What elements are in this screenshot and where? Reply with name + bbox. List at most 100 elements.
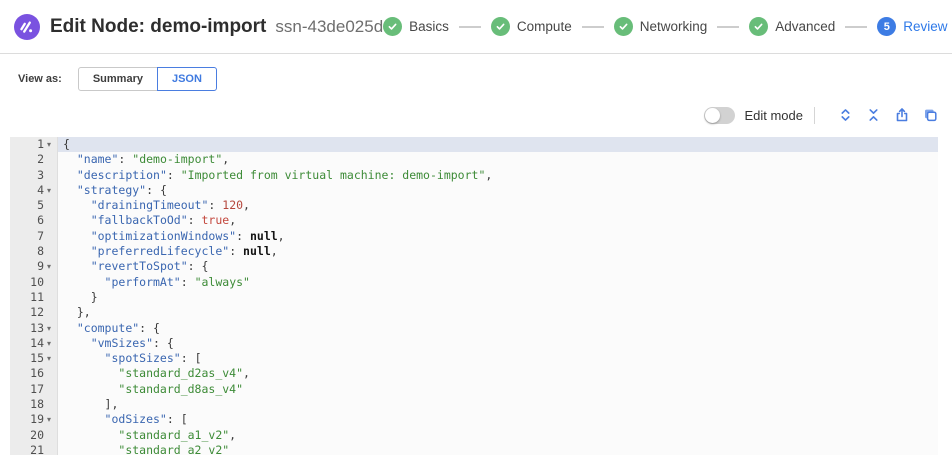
code-line[interactable]: 3 "description": "Imported from virtual … [10, 168, 938, 183]
code-content[interactable]: "description": "Imported from virtual ma… [58, 168, 938, 183]
line-number: 8 [37, 244, 44, 259]
code-line[interactable]: 8 "preferredLifecycle": null, [10, 244, 938, 259]
line-number: 10 [30, 275, 44, 290]
code-line[interactable]: 20 "standard_a1_v2", [10, 428, 938, 443]
code-line[interactable]: 5 "drainingTimeout": 120, [10, 198, 938, 213]
fold-toggle-icon[interactable]: ▾ [44, 412, 54, 427]
fold-toggle-icon[interactable]: ▾ [44, 351, 54, 366]
line-gutter: 20 [10, 428, 58, 443]
code-content[interactable]: ], [58, 397, 938, 412]
code-line[interactable]: 15▾ "spotSizes": [ [10, 351, 938, 366]
code-line[interactable]: 6 "fallbackToOd": true, [10, 213, 938, 228]
line-number: 21 [30, 443, 44, 455]
fold-toggle-icon[interactable]: ▾ [44, 137, 54, 152]
code-line[interactable]: 19▾ "odSizes": [ [10, 412, 938, 427]
code-content[interactable]: "odSizes": [ [58, 412, 938, 427]
expand-all-icon[interactable] [837, 107, 854, 124]
code-content[interactable]: "performAt": "always" [58, 275, 938, 290]
fold-toggle-icon[interactable]: ▾ [44, 336, 54, 351]
step-review[interactable]: 5 Review [877, 17, 947, 36]
line-number: 9 [37, 259, 44, 274]
line-number: 17 [30, 382, 44, 397]
edit-mode-label: Edit mode [744, 108, 803, 123]
code-line[interactable]: 10 "performAt": "always" [10, 275, 938, 290]
code-editor[interactable]: 1▾{2 "name": "demo-import",3 "descriptio… [10, 137, 938, 455]
code-content[interactable]: "standard_d8as_v4" [58, 382, 938, 397]
line-gutter: 6 [10, 213, 58, 228]
code-content[interactable]: }, [58, 305, 938, 320]
export-icon[interactable] [893, 107, 910, 124]
wizard-stepper: Basics Compute Networking Advanced 5 Rev… [383, 17, 947, 36]
line-number: 13 [30, 321, 44, 336]
node-id: ssn-43de025d [275, 17, 383, 37]
step-networking[interactable]: Networking [614, 17, 708, 36]
line-gutter: 15▾ [10, 351, 58, 366]
code-content[interactable]: "standard_a2_v2" [58, 443, 938, 455]
view-json-button[interactable]: JSON [157, 67, 217, 91]
toggle-knob [705, 108, 720, 123]
line-gutter: 14▾ [10, 336, 58, 351]
code-content[interactable]: "vmSizes": { [58, 336, 938, 351]
code-content[interactable]: "strategy": { [58, 183, 938, 198]
code-content[interactable]: "standard_d2as_v4", [58, 366, 938, 381]
code-content[interactable]: "spotSizes": [ [58, 351, 938, 366]
check-icon [491, 17, 510, 36]
fold-toggle-icon[interactable]: ▾ [44, 259, 54, 274]
code-line[interactable]: 1▾ { [10, 137, 938, 152]
line-number: 18 [30, 397, 44, 412]
toolbar-divider [814, 107, 815, 124]
code-line[interactable]: 2 "name": "demo-import", [10, 152, 938, 167]
code-content[interactable]: "optimizationWindows": null, [58, 229, 938, 244]
step-label: Review [903, 19, 947, 34]
code-line[interactable]: 7 "optimizationWindows": null, [10, 229, 938, 244]
line-gutter: 18 [10, 397, 58, 412]
code-line[interactable]: 9▾ "revertToSpot": { [10, 259, 938, 274]
line-number: 1 [37, 137, 44, 152]
line-number: 4 [37, 183, 44, 198]
spot-logo-icon [14, 14, 40, 40]
step-connector [717, 26, 739, 28]
code-line[interactable]: 18 ], [10, 397, 938, 412]
line-number: 15 [30, 351, 44, 366]
page-title: Edit Node: demo-import [50, 16, 266, 38]
code-line[interactable]: 11 } [10, 290, 938, 305]
code-content[interactable]: "standard_a1_v2", [58, 428, 938, 443]
code-line[interactable]: 21 "standard_a2_v2" [10, 443, 938, 455]
code-content[interactable]: } [58, 290, 938, 305]
step-basics[interactable]: Basics [383, 17, 449, 36]
line-number: 19 [30, 412, 44, 427]
code-content[interactable]: "revertToSpot": { [58, 259, 938, 274]
edit-mode-toggle[interactable] [704, 107, 735, 124]
code-content[interactable]: "drainingTimeout": 120, [58, 198, 938, 213]
step-compute[interactable]: Compute [491, 17, 572, 36]
code-content[interactable]: "preferredLifecycle": null, [58, 244, 938, 259]
step-number-badge: 5 [877, 17, 896, 36]
view-as-row: View as: Summary JSON [0, 54, 952, 90]
view-as-label: View as: [18, 73, 62, 85]
view-summary-button[interactable]: Summary [78, 67, 158, 91]
code-line[interactable]: 12 }, [10, 305, 938, 320]
line-number: 12 [30, 305, 44, 320]
line-number: 3 [37, 168, 44, 183]
header: Edit Node: demo-import ssn-43de025d Basi… [0, 0, 952, 54]
code-line[interactable]: 16 "standard_d2as_v4", [10, 366, 938, 381]
copy-icon[interactable] [921, 107, 938, 124]
code-line[interactable]: 4▾ "strategy": { [10, 183, 938, 198]
code-content[interactable]: { [58, 137, 938, 152]
code-line[interactable]: 14▾ "vmSizes": { [10, 336, 938, 351]
fold-toggle-icon[interactable]: ▾ [44, 183, 54, 198]
code-lines: 1▾{2 "name": "demo-import",3 "descriptio… [10, 137, 938, 455]
code-content[interactable]: "compute": { [58, 321, 938, 336]
line-number: 14 [30, 336, 44, 351]
step-advanced[interactable]: Advanced [749, 17, 835, 36]
code-content[interactable]: "name": "demo-import", [58, 152, 938, 167]
step-label: Basics [409, 19, 449, 34]
code-content[interactable]: "fallbackToOd": true, [58, 213, 938, 228]
fold-toggle-icon[interactable]: ▾ [44, 321, 54, 336]
collapse-all-icon[interactable] [865, 107, 882, 124]
line-number: 16 [30, 366, 44, 381]
code-line[interactable]: 17 "standard_d8as_v4" [10, 382, 938, 397]
code-line[interactable]: 13▾ "compute": { [10, 321, 938, 336]
step-label: Networking [640, 19, 708, 34]
line-number: 2 [37, 152, 44, 167]
